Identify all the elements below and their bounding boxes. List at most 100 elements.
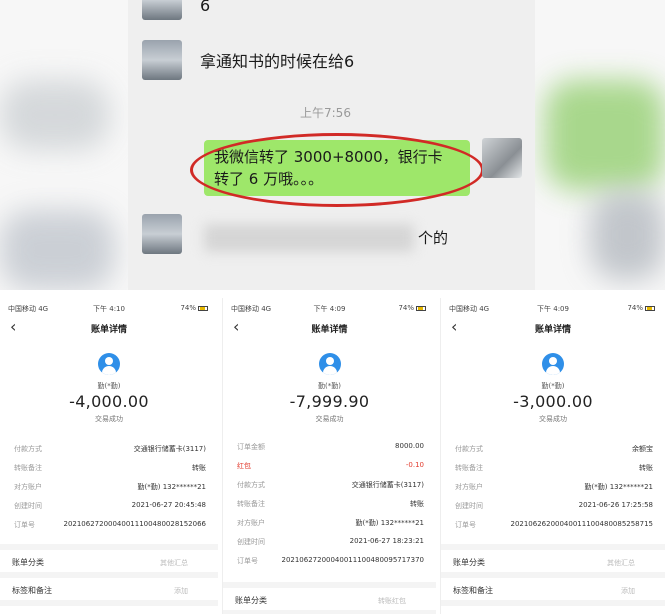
chat-message: 个的	[418, 229, 449, 247]
user-avatar-icon	[319, 353, 341, 375]
blurred-right-bottom	[590, 190, 665, 280]
blurred-left-bottom	[0, 210, 115, 290]
bill-detail-screen-2: 中国移动 4G 下午 4:09 74% ‹ 账单详情 勤(*勤) -7,999.…	[222, 298, 436, 614]
row-label: 转账备注	[237, 500, 265, 508]
chat-message: 6	[200, 0, 211, 15]
user-avatar-icon	[98, 353, 120, 375]
detail-row: 对方账户 勤(*勤) 132******21	[0, 478, 218, 497]
contact-avatar[interactable]	[142, 40, 182, 80]
amount: -4,000.00	[69, 392, 149, 411]
contact-avatar[interactable]	[142, 0, 182, 20]
status-bar: 中国移动 4G 下午 4:09 74%	[441, 302, 665, 314]
row-value: 余额宝	[632, 445, 653, 453]
bill-category-row[interactable]: 账单分类 转账红包	[223, 588, 436, 614]
detail-row: 红包 -0.10	[223, 457, 436, 476]
row-label: 付款方式	[455, 445, 483, 453]
row-label: 订单号	[455, 521, 476, 529]
my-avatar[interactable]	[482, 138, 522, 178]
detail-row: 创建时间 2021-06-26 17:25:58	[441, 497, 665, 516]
detail-rows: 订单金额 8000.00 红包 -0.10 付款方式 交通银行储蓄卡(3117) 转账…	[223, 438, 436, 571]
bill-category-row[interactable]: 账单分类 其他汇总	[0, 550, 218, 578]
detail-row: 订单号 20210626200040011100480085258715	[441, 516, 665, 535]
row-value: 转账	[639, 464, 653, 472]
amount: -3,000.00	[513, 392, 593, 411]
amount: -7,999.90	[289, 392, 370, 411]
row-label: 红包	[237, 462, 251, 470]
row-label: 订单号	[14, 521, 35, 529]
battery-indicator: 74%	[627, 304, 655, 312]
section-label: 账单分类	[453, 558, 485, 567]
tags-notes-row[interactable]: 标签和备注 添加	[0, 578, 218, 606]
bill-category-row[interactable]: 账单分类 其他汇总	[441, 550, 665, 578]
clock-label: 下午 4:10	[93, 305, 125, 313]
contact-avatar[interactable]	[142, 214, 182, 254]
payee-name: 勤(*勤)	[318, 382, 341, 390]
clock-label: 下午 4:09	[537, 305, 569, 313]
carrier-label: 中国移动 4G	[8, 305, 49, 313]
section-value: 添加	[621, 587, 635, 595]
battery-indicator: 74%	[398, 304, 426, 312]
detail-rows: 付款方式 交通银行储蓄卡(3117) 转账备注 转账 对方账户 勤(*勤) 132**…	[0, 440, 218, 535]
detail-rows: 付款方式 余额宝 转账备注 转账 对方账户 勤(*勤) 132******21 创建时…	[441, 440, 665, 535]
detail-row: 付款方式 交通银行储蓄卡(3117)	[223, 476, 436, 495]
detail-row: 转账备注 转账	[0, 459, 218, 478]
detail-row: 订单号 20210627200040011100480095717370	[223, 552, 436, 571]
detail-row: 创建时间 2021-06-27 18:23:21	[223, 533, 436, 552]
row-value: 转账	[192, 464, 206, 472]
tags-notes-row[interactable]: 标签和备注 添加	[441, 578, 665, 606]
row-value: 20210626200040011100480085258715	[510, 520, 653, 528]
section-label: 标签和备注	[12, 586, 52, 595]
bill-sections: 账单分类 其他汇总 标签和备注 添加	[441, 544, 665, 606]
transaction-status: 交易成功	[539, 415, 567, 423]
transaction-status: 交易成功	[95, 415, 123, 423]
row-value: -0.10	[405, 461, 424, 469]
status-bar: 中国移动 4G 下午 4:10 74%	[0, 302, 218, 314]
row-label: 对方账户	[455, 483, 483, 491]
row-label: 付款方式	[14, 445, 42, 453]
row-value: 勤(*勤) 132******21	[355, 519, 424, 527]
section-label: 账单分类	[12, 558, 44, 567]
page-title: 账单详情	[90, 325, 127, 335]
carrier-label: 中国移动 4G	[449, 305, 490, 313]
chat-screenshot: 6 拿通知书的时候在给6 上午7:56 我微信转了 3000+8000，银行卡 …	[0, 0, 665, 290]
battery-indicator: 74%	[180, 304, 208, 312]
blurred-left-top	[0, 80, 110, 150]
detail-row: 创建时间 2021-06-27 20:45:48	[0, 497, 218, 516]
battery-icon	[645, 305, 655, 311]
row-label: 创建时间	[237, 538, 265, 546]
section-label: 账单分类	[235, 596, 267, 605]
page-title: 账单详情	[311, 325, 348, 335]
section-value: 转账红包	[378, 597, 406, 605]
user-avatar-icon	[542, 353, 564, 375]
bill-sections: 账单分类 转账红包	[223, 582, 436, 614]
clock-label: 下午 4:09	[313, 305, 346, 313]
row-value: 2021-06-27 20:45:48	[131, 501, 206, 509]
battery-label: 74%	[627, 304, 643, 312]
chat-timestamp: 上午7:56	[300, 106, 351, 120]
section-value: 其他汇总	[160, 559, 188, 567]
blurred-right-top	[545, 80, 665, 190]
row-value: 勤(*勤) 132******21	[584, 483, 653, 491]
transaction-status: 交易成功	[315, 415, 344, 423]
payee-name: 勤(*勤)	[541, 382, 565, 390]
row-label: 订单金额	[237, 443, 265, 451]
row-label: 付款方式	[237, 481, 265, 489]
battery-label: 74%	[398, 304, 414, 312]
row-value: 20210627200040011100480095717370	[281, 556, 424, 564]
nav-bar: ‹ 账单详情	[0, 318, 218, 338]
bill-detail-screen-3: 中国移动 4G 下午 4:09 74% ‹ 账单详情 勤(*勤) -3,000.…	[440, 298, 665, 614]
section-label: 标签和备注	[453, 586, 493, 595]
row-value: 8000.00	[395, 442, 424, 450]
bill-sections: 账单分类 其他汇总 标签和备注 添加	[0, 544, 218, 606]
carrier-label: 中国移动 4G	[231, 305, 272, 313]
row-value: 转账	[410, 500, 424, 508]
row-value: 交通银行储蓄卡(3117)	[133, 445, 206, 453]
chat-message: 拿通知书的时候在给6	[200, 52, 355, 71]
section-value: 添加	[174, 587, 188, 595]
page-title: 账单详情	[534, 325, 571, 335]
detail-row: 付款方式 交通银行储蓄卡(3117)	[0, 440, 218, 459]
battery-label: 74%	[180, 304, 196, 312]
row-value: 2021-06-27 18:23:21	[349, 537, 424, 545]
highlight-circle	[190, 133, 484, 207]
row-label: 对方账户	[237, 519, 265, 527]
